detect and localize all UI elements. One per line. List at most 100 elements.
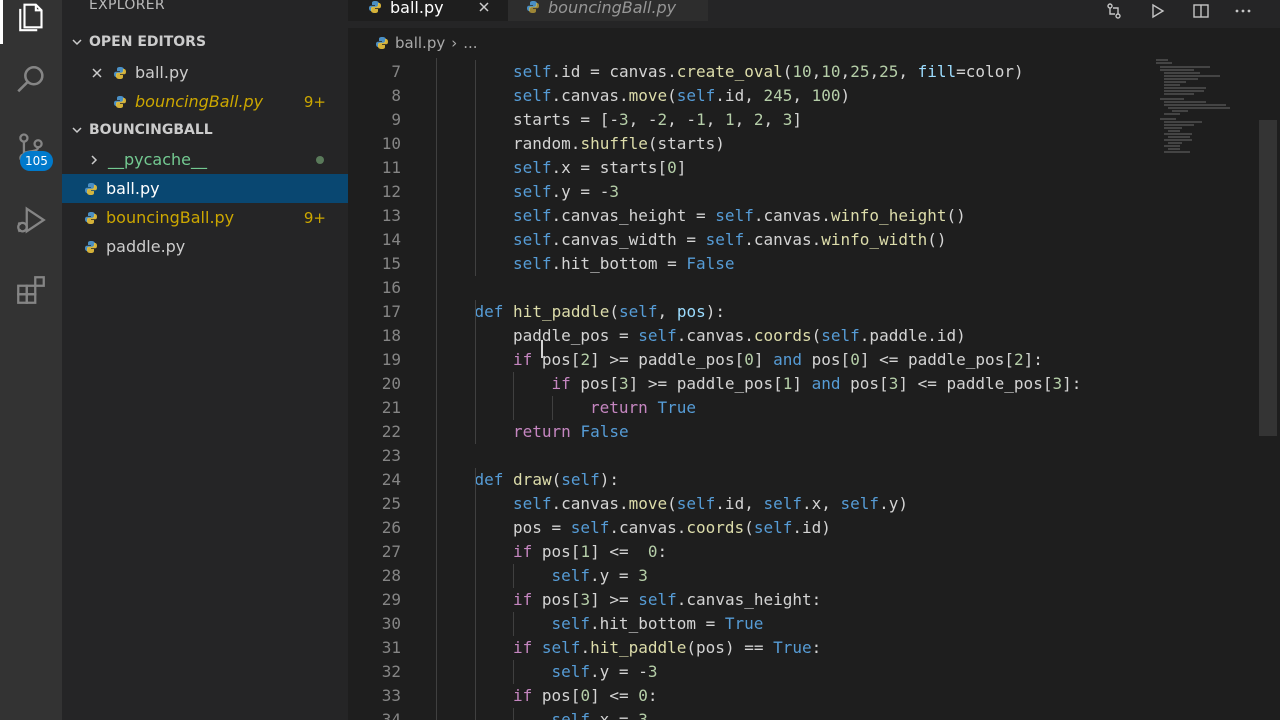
folder-item-pycache[interactable]: __pycache__ — [62, 145, 348, 174]
open-editor-item[interactable]: bouncingBall.py 9+ — [62, 87, 348, 116]
line-number: 29 — [381, 590, 401, 609]
code-line[interactable]: 21 return True — [348, 396, 1280, 420]
code-token: , — [763, 110, 783, 129]
code-token: .canvas. — [676, 326, 754, 345]
scrollbar-thumb[interactable] — [1259, 120, 1277, 436]
code-token: self — [513, 158, 552, 177]
code-line[interactable]: 11 self.x = starts[0] — [348, 156, 1280, 180]
code-text: random.shuffle(starts) — [513, 132, 725, 156]
code-editor[interactable]: 7 self.id = canvas.create_oval(10,10,25,2… — [348, 58, 1280, 720]
folder-section[interactable]: BOUNCINGBALL — [62, 116, 348, 144]
code-token: 10 — [821, 62, 841, 81]
code-line[interactable]: 17 def hit_paddle(self, pos): — [348, 300, 1280, 324]
split-editor-button[interactable] — [1192, 0, 1210, 22]
run-debug-activity[interactable] — [0, 192, 62, 248]
file-item-paddle[interactable]: paddle.py — [62, 232, 348, 261]
compare-button[interactable] — [1105, 0, 1123, 22]
code-token: def — [474, 302, 504, 321]
code-line[interactable]: 34 self.x = 3 — [348, 708, 1280, 720]
minimap[interactable] — [1150, 58, 1260, 178]
indent-guide — [474, 156, 476, 180]
code-token: .x = starts[ — [551, 158, 668, 177]
chevron-right-icon — [91, 154, 98, 165]
code-token: False — [686, 254, 735, 273]
code-line[interactable]: 8 self.canvas.move(self.id, 245, 100) — [348, 84, 1280, 108]
code-token: self — [561, 470, 600, 489]
code-token: 0 — [850, 350, 860, 369]
line-number: 11 — [381, 158, 401, 177]
indent-guide — [474, 252, 476, 276]
code-text: self.x = 3 — [552, 708, 648, 720]
code-token: ] — [792, 374, 812, 393]
code-token: 2 — [753, 110, 764, 129]
code-token: self — [541, 638, 581, 657]
code-line[interactable]: 13 self.canvas_height = self.canvas.winfo… — [348, 204, 1280, 228]
search-activity[interactable] — [0, 52, 62, 108]
code-line[interactable]: 32 self.y = -3 — [348, 660, 1280, 684]
code-line[interactable]: 7 self.id = canvas.create_oval(10,10,25,2… — [348, 60, 1280, 84]
breadcrumb-symbol[interactable]: ... — [463, 34, 477, 52]
indent-guide — [474, 108, 476, 132]
code-token: ( — [744, 518, 754, 537]
python-file-icon — [85, 182, 97, 195]
close-icon[interactable] — [478, 1, 490, 13]
code-line[interactable]: 18 paddle_pos = self.canvas.coords(self.p… — [348, 324, 1280, 348]
tab-ball-py[interactable]: ball.py — [348, 0, 508, 21]
source-control-badge: 105 — [20, 151, 53, 171]
code-token: 0 — [667, 158, 677, 177]
breadcrumb-file[interactable]: ball.py — [395, 34, 445, 52]
file-item-ball[interactable]: ball.py — [62, 174, 348, 203]
indent-guide — [513, 396, 514, 420]
code-token: self — [513, 254, 552, 273]
code-line[interactable]: 14 self.canvas_width = self.canvas.winfo_… — [348, 228, 1280, 252]
code-line[interactable]: 28 self.y = 3 — [348, 564, 1280, 588]
tab-bouncingball-py[interactable]: bouncingBall.py — [508, 0, 708, 21]
code-token: : — [811, 638, 822, 657]
code-line[interactable]: 30 self.hit_bottom = True — [348, 612, 1280, 636]
code-line[interactable]: 16 — [348, 276, 1280, 300]
extensions-activity[interactable] — [0, 262, 62, 318]
code-token: True — [657, 398, 696, 417]
code-line[interactable]: 9 starts = [-3, -2, -1, 1, 2, 3] — [348, 108, 1280, 132]
code-line[interactable]: 29 if pos[3] >= self.canvas_height: — [348, 588, 1280, 612]
code-token: .id, — [715, 86, 764, 105]
code-line[interactable]: 26 pos = self.canvas.coords(self.id) — [348, 516, 1280, 540]
line-number: 33 — [381, 686, 401, 705]
code-token: return — [590, 398, 648, 417]
code-token: False — [580, 422, 629, 441]
code-token: .hit_bottom = — [551, 254, 687, 273]
code-line[interactable]: 23 — [348, 444, 1280, 468]
run-button[interactable] — [1148, 0, 1166, 22]
file-item-label: paddle.py — [106, 237, 186, 256]
code-line[interactable]: 10 random.shuffle(starts) — [348, 132, 1280, 156]
python-file-icon — [369, 1, 381, 13]
indent-guide — [474, 180, 476, 204]
code-line[interactable]: 15 self.hit_bottom = False — [348, 252, 1280, 276]
code-line[interactable]: 27 if pos[1] <= 0: — [348, 540, 1280, 564]
code-line[interactable]: 22 return False — [348, 420, 1280, 444]
line-number: 31 — [381, 638, 401, 657]
code-line[interactable]: 33 if pos[0] <= 0: — [348, 684, 1280, 708]
indent-guide — [513, 612, 514, 636]
code-line[interactable]: 25 self.canvas.move(self.id, self.x, self… — [348, 492, 1280, 516]
problems-badge: 9+ — [303, 92, 326, 111]
code-token: .canvas_height: — [676, 590, 822, 609]
code-token: ] >= paddle_pos[ — [590, 350, 745, 369]
code-line[interactable]: 19 if pos[2] >= paddle_pos[0] and pos[0] … — [348, 348, 1280, 372]
code-text: self.id = canvas.create_oval(10,10,25,25… — [513, 60, 1024, 84]
code-token: .paddle.id) — [859, 326, 966, 345]
code-line[interactable]: 20 if pos[3] >= paddle_pos[1] and pos[3] … — [348, 372, 1280, 396]
explorer-activity[interactable] — [0, 0, 62, 44]
python-file-icon — [376, 37, 388, 49]
code-line[interactable]: 24 def draw(self): — [348, 468, 1280, 492]
code-token: .canvas. — [753, 206, 831, 225]
more-actions-button[interactable] — [1234, 0, 1252, 22]
file-item-bouncingball[interactable]: bouncingBall.py 9+ — [62, 203, 348, 232]
code-token: ] <= paddle_pos[ — [859, 350, 1014, 369]
code-line[interactable]: 31 if self.hit_paddle(pos) == True: — [348, 636, 1280, 660]
open-editors-section[interactable]: OPEN EDITORS — [62, 28, 348, 56]
close-icon[interactable] — [91, 67, 103, 79]
code-line[interactable]: 12 self.y = -3 — [348, 180, 1280, 204]
open-editor-item[interactable]: ball.py — [62, 58, 348, 87]
code-token: 0 — [647, 542, 658, 561]
